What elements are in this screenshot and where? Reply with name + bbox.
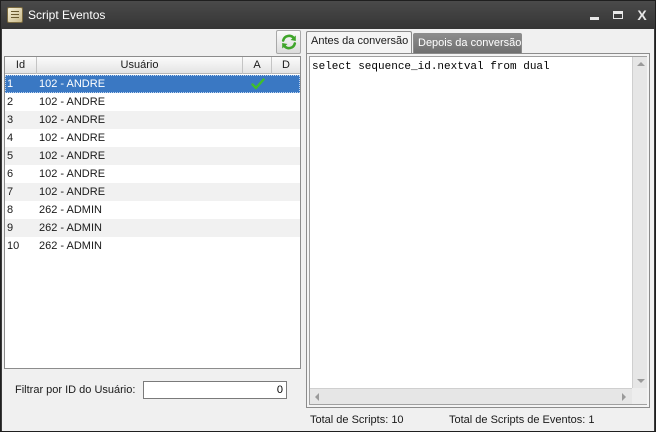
script-text[interactable]: select sequence_id.nextval from dual bbox=[312, 61, 550, 73]
minimize-icon bbox=[589, 16, 599, 20]
row-id-cell: 10 bbox=[7, 240, 20, 252]
close-button[interactable]: X bbox=[631, 5, 653, 25]
row-user-cell: 262 - ADMIN bbox=[39, 204, 102, 216]
scroll-right-icon[interactable] bbox=[622, 393, 626, 401]
filter-label: Filtrar por ID do Usuário: bbox=[15, 384, 136, 396]
table-row[interactable]: 4 102 - ANDRE bbox=[5, 129, 300, 147]
row-id-cell: 1 bbox=[7, 78, 14, 90]
column-header-usuario[interactable]: Usuário bbox=[37, 57, 243, 74]
table-row[interactable]: 9 262 - ADMIN bbox=[5, 219, 300, 237]
column-header-a[interactable]: A bbox=[243, 57, 272, 74]
row-id-cell: 8 bbox=[7, 204, 14, 216]
table-row[interactable]: 3 102 - ANDRE bbox=[5, 111, 300, 129]
window-client-area: Id Usuário A D 1 102 - ANDRE 2 102 - AND… bbox=[2, 29, 654, 431]
table-row[interactable]: 6 102 - ANDRE bbox=[5, 165, 300, 183]
row-id-cell: 2 bbox=[7, 96, 14, 108]
script-eventos-window: Script Eventos X Id Usuário A D 1 102 - … bbox=[0, 0, 656, 432]
grid-header: Id Usuário A D bbox=[5, 57, 300, 74]
scrollbar-corner bbox=[632, 388, 647, 404]
tab-panel: select sequence_id.nextval from dual bbox=[306, 53, 650, 408]
scroll-left-icon[interactable] bbox=[315, 393, 319, 401]
row-user-cell: 102 - ANDRE bbox=[39, 114, 106, 126]
row-id-cell: 5 bbox=[7, 150, 14, 162]
maximize-button[interactable] bbox=[607, 5, 629, 25]
script-app-icon bbox=[7, 7, 23, 23]
table-row[interactable]: 2 102 - ANDRE bbox=[5, 93, 300, 111]
row-a-cell[interactable] bbox=[243, 75, 272, 93]
row-user-cell: 262 - ADMIN bbox=[39, 222, 102, 234]
minimize-button[interactable] bbox=[583, 5, 605, 25]
row-id-cell: 9 bbox=[7, 222, 14, 234]
row-id-cell: 4 bbox=[7, 132, 14, 144]
refresh-icon bbox=[281, 34, 296, 50]
tab-antes-da-conversao[interactable]: Antes da conversão bbox=[306, 31, 412, 54]
table-row[interactable]: 10 262 - ADMIN bbox=[5, 237, 300, 255]
row-id-cell: 3 bbox=[7, 114, 14, 126]
column-header-d[interactable]: D bbox=[272, 57, 300, 74]
close-icon: X bbox=[637, 7, 647, 23]
checkmark-icon bbox=[250, 78, 265, 90]
refresh-button[interactable] bbox=[276, 30, 301, 54]
table-row[interactable]: 5 102 - ANDRE bbox=[5, 147, 300, 165]
tab-depois-da-conversao[interactable]: Depois da conversão bbox=[413, 33, 522, 54]
scroll-up-icon[interactable] bbox=[637, 62, 645, 66]
table-row[interactable]: 1 102 - ANDRE bbox=[5, 75, 300, 93]
total-event-scripts-status: Total de Scripts de Eventos: 1 bbox=[449, 414, 595, 426]
vertical-scrollbar[interactable] bbox=[632, 57, 647, 388]
title-bar[interactable]: Script Eventos X bbox=[1, 1, 655, 29]
row-user-cell: 102 - ANDRE bbox=[39, 132, 106, 144]
row-user-cell: 102 - ANDRE bbox=[39, 186, 106, 198]
row-user-cell: 262 - ADMIN bbox=[39, 240, 102, 252]
scroll-down-icon[interactable] bbox=[637, 379, 645, 383]
script-editor[interactable]: select sequence_id.nextval from dual bbox=[309, 56, 647, 405]
users-grid[interactable]: Id Usuário A D 1 102 - ANDRE 2 102 - AND… bbox=[4, 56, 301, 369]
row-user-cell: 102 - ANDRE bbox=[39, 168, 106, 180]
row-user-cell: 102 - ANDRE bbox=[39, 150, 106, 162]
total-scripts-status: Total de Scripts: 10 bbox=[310, 414, 404, 426]
horizontal-scrollbar[interactable] bbox=[310, 388, 632, 404]
maximize-icon bbox=[613, 11, 623, 19]
column-header-id[interactable]: Id bbox=[5, 57, 37, 74]
table-row[interactable]: 7 102 - ANDRE bbox=[5, 183, 300, 201]
window-title: Script Eventos bbox=[28, 8, 106, 22]
row-user-cell: 102 - ANDRE bbox=[39, 78, 106, 90]
table-row[interactable]: 8 262 - ADMIN bbox=[5, 201, 300, 219]
row-user-cell: 102 - ANDRE bbox=[39, 96, 106, 108]
row-id-cell: 7 bbox=[7, 186, 14, 198]
row-id-cell: 6 bbox=[7, 168, 14, 180]
user-id-filter-input[interactable] bbox=[143, 381, 287, 399]
